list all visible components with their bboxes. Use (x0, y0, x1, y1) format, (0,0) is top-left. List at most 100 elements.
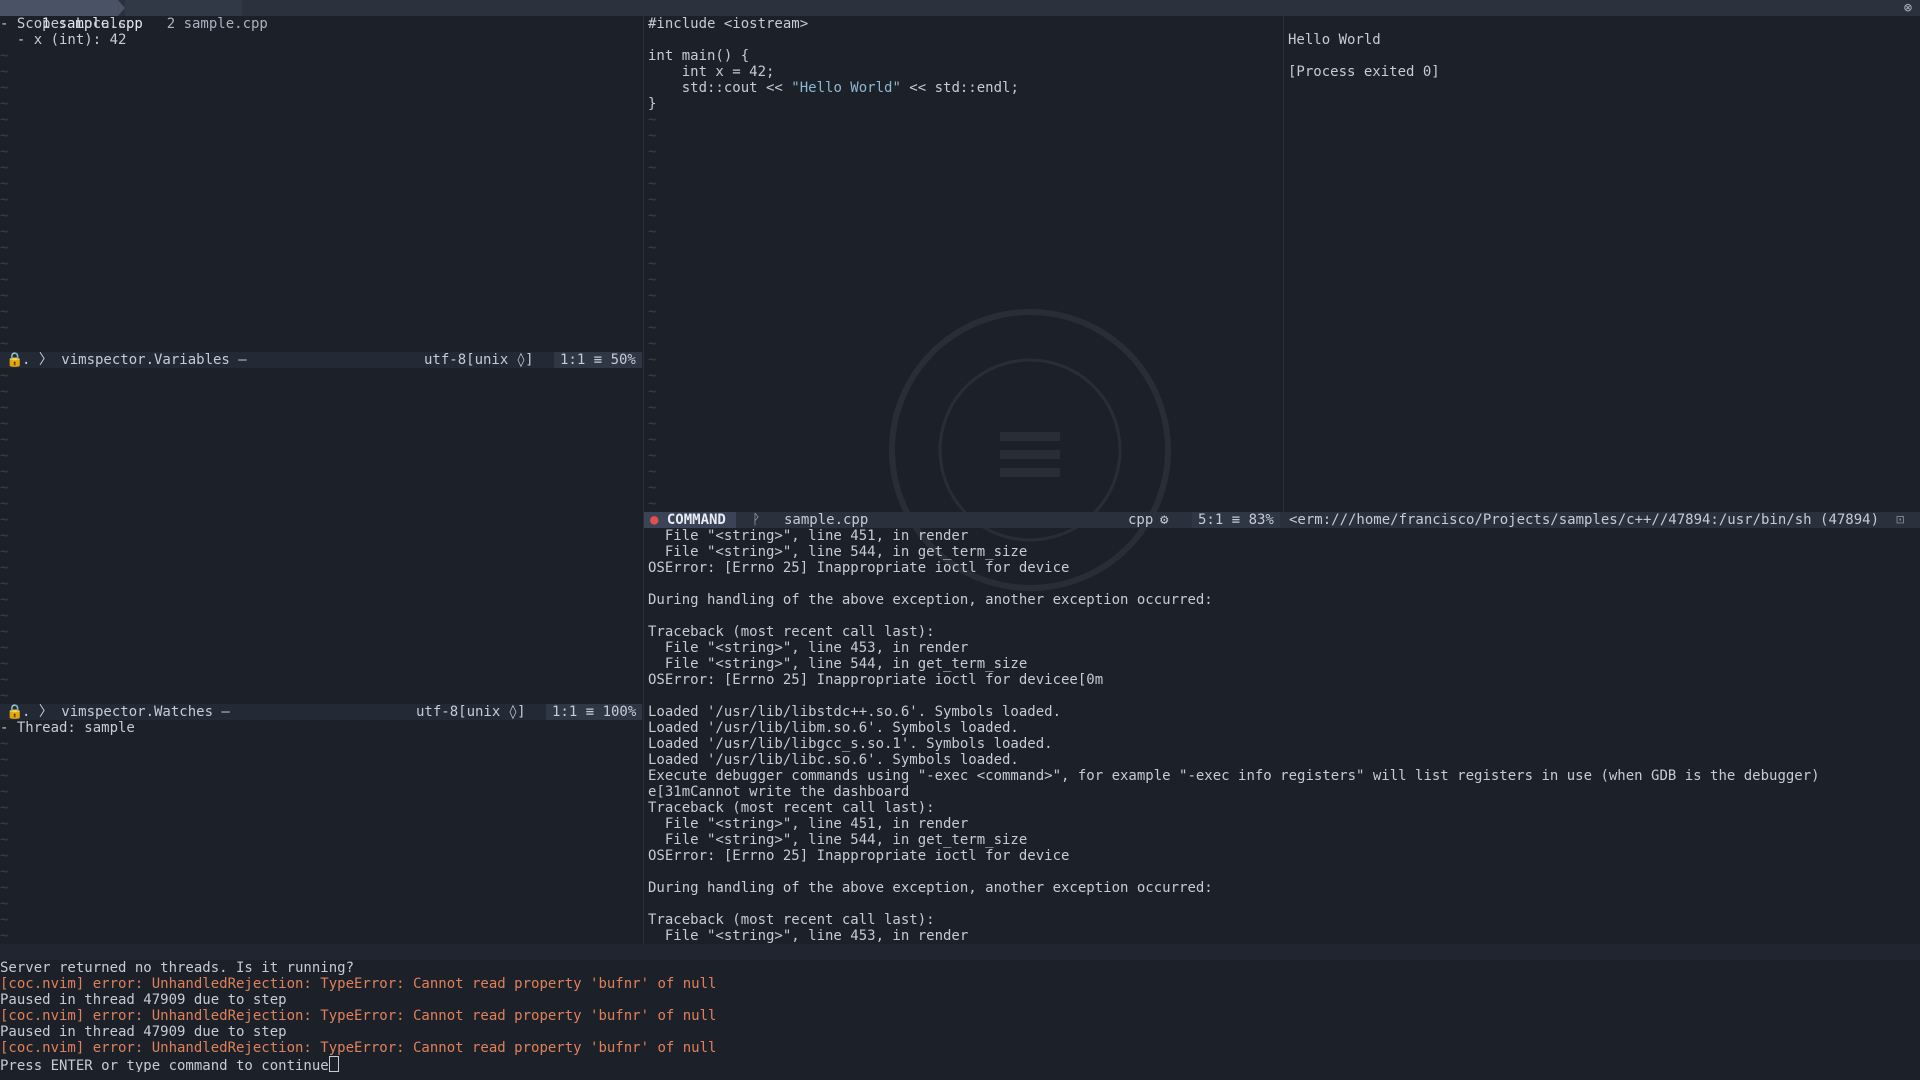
empty-line-marker: ~ (0, 576, 9, 592)
empty-line-marker: ~ (0, 624, 9, 640)
empty-line-marker: ~ (648, 496, 657, 512)
empty-line-marker: ~ (0, 928, 9, 944)
empty-line-marker: ~ (0, 400, 9, 416)
console-line: During handling of the above exception, … (648, 880, 1213, 896)
empty-line-marker: ~ (648, 256, 657, 272)
terminal-line: [Process exited 0] (1288, 64, 1440, 80)
terminal-output[interactable]: Hello World [Process exited 0] (1288, 16, 1920, 512)
stack-line: - Thread: sample (0, 720, 135, 736)
empty-line-marker: ~ (0, 592, 9, 608)
empty-line-marker: ~ (0, 272, 9, 288)
debug-console[interactable]: File "<string>", line 451, in render Fil… (648, 528, 1920, 944)
mode-label: COMMAND (666, 512, 726, 528)
empty-line-marker: ~ (0, 160, 9, 176)
close-tab-icon[interactable]: ⊗ (1900, 0, 1916, 16)
empty-line-marker: ~ (0, 192, 9, 208)
empty-line-marker: ~ (648, 400, 657, 416)
empty-line-marker: ~ (0, 112, 9, 128)
empty-line-marker: ~ (648, 272, 657, 288)
console-line: Loaded '/usr/lib/libgcc_s.so.1'. Symbols… (648, 736, 1053, 752)
encoding: utf-8[unix ◊] (416, 704, 526, 720)
variables-pane[interactable]: - Scope: Locals - x (int): 42 ~ ~ ~ ~ ~ ~ ~ ~ ~ ~ ~… (0, 16, 642, 352)
empty-line-marker: ~ (648, 368, 657, 384)
mode-indicator: ● COMMAND (644, 512, 736, 528)
empty-line-marker: ~ (0, 176, 9, 192)
stack-trace-pane[interactable]: - Thread: sample ~ ~ ~ ~ ~ ~ ~ ~ ~ ~ ~ ~ ~ (0, 720, 642, 944)
console-lines: File "<string>", line 451, in render Fil… (648, 528, 1920, 944)
tab-separator (234, 0, 241, 16)
tab-separator (118, 0, 125, 16)
continue-prompt[interactable]: Press ENTER or type command to continue (0, 1056, 1920, 1072)
tab-2[interactable]: 2 sample.cpp (125, 0, 268, 32)
empty-line-marker: ~ (0, 368, 9, 384)
window-separator (643, 16, 644, 944)
empty-line-marker: ~ (648, 128, 657, 144)
cursor-position: 1:1 ≡ 50% (554, 352, 642, 368)
empty-line-marker: ~ (0, 880, 9, 896)
empty-line-marker: ~ (648, 352, 657, 368)
empty-line-marker: ~ (0, 288, 9, 304)
empty-line-marker: ~ (0, 608, 9, 624)
empty-line-marker: ~ (0, 320, 9, 336)
empty-line-marker: ~ (648, 320, 657, 336)
empty-line-marker: ~ (648, 176, 657, 192)
empty-line-marker: ~ (0, 784, 9, 800)
console-line: Execute debugger commands using "-exec <… (648, 768, 1820, 784)
watches-pane[interactable]: ~ ~ ~ ~ ~ ~ ~ ~ ~ ~ ~ ~ ~ ~ ~ ~ ~ ~ ~ ~ ~ (0, 368, 642, 704)
empty-line-marker: ~ (0, 528, 9, 544)
stack-list: - Thread: sample ~ ~ ~ ~ ~ ~ ~ ~ ~ ~ ~ ~ ~ (0, 720, 642, 944)
console-line: Loaded '/usr/lib/libc.so.6'. Symbols loa… (648, 752, 1019, 768)
empty-line-marker: ~ (0, 512, 9, 528)
empty-line-marker: ~ (0, 656, 9, 672)
console-line: Traceback (most recent call last): (648, 800, 935, 816)
cursor-position: 1:1 ≡ 100% (546, 704, 642, 720)
console-line: During handling of the above exception, … (648, 592, 1213, 608)
terminal-line: Hello World (1288, 32, 1381, 48)
empty-line-marker: ~ (0, 432, 9, 448)
empty-line-marker: ~ (0, 912, 9, 928)
console-line: File "<string>", line 451, in render (648, 816, 969, 832)
code-line: std::cout << "Hello World" << std::endl; (648, 80, 1019, 96)
empty-line-marker: ~ (0, 224, 9, 240)
git-branch-icon: ᚹ (752, 512, 761, 528)
empty-line-marker: ~ (0, 736, 9, 752)
console-line: e[31mCannot write the dashboard (648, 784, 910, 800)
buffer-path: . 〉 vimspector.Variables – (22, 352, 247, 368)
variables-list: - Scope: Locals - x (int): 42 ~ ~ ~ ~ ~ ~ ~ ~ ~ ~ ~… (0, 16, 642, 352)
error-message: [coc.nvim] error: UnhandledRejection: Ty… (0, 1040, 717, 1056)
text-cursor (328, 1056, 339, 1072)
window-separator (1283, 16, 1284, 512)
empty-line-marker: ~ (648, 224, 657, 240)
empty-line-marker: ~ (648, 416, 657, 432)
lock-icon: 🔒 (6, 704, 24, 720)
code-editor[interactable]: #include <iostream> int main() { int x = … (648, 16, 1282, 512)
error-message: [coc.nvim] error: UnhandledRejection: Ty… (0, 1008, 717, 1024)
empty-line-marker: ~ (0, 80, 9, 96)
tabline: 1 sample.cpp 2 sample.cpp ⊗ (0, 0, 1920, 32)
console-line: Loaded '/usr/lib/libstdc++.so.6'. Symbol… (648, 704, 1062, 720)
empty-line-marker: ~ (0, 304, 9, 320)
cursor-position: 5:1 ≡ 83% (1192, 512, 1280, 528)
empty-line-marker: ~ (0, 672, 9, 688)
buffer-path: . 〉 vimspector.Watches – (22, 704, 230, 720)
empty-line-marker: ~ (0, 816, 9, 832)
console-line: File "<string>", line 544, in get_term_s… (648, 832, 1028, 848)
code-line: int main() { (648, 48, 750, 64)
empty-line-marker: ~ (0, 384, 9, 400)
empty-line-marker: ~ (648, 304, 657, 320)
empty-line-marker: ~ (648, 160, 657, 176)
empty-line-marker: ~ (0, 800, 9, 816)
lock-icon: 🔒 (6, 352, 24, 368)
empty-line-marker: ~ (0, 144, 9, 160)
empty-line-marker: ~ (0, 544, 9, 560)
message-area: Server returned no threads. Is it runnin… (0, 960, 1920, 1072)
tab-1[interactable]: 1 sample.cpp (0, 0, 143, 32)
empty-line-marker: ~ (648, 144, 657, 160)
info-message: Server returned no threads. Is it runnin… (0, 960, 355, 976)
empty-line-marker: ~ (0, 752, 9, 768)
